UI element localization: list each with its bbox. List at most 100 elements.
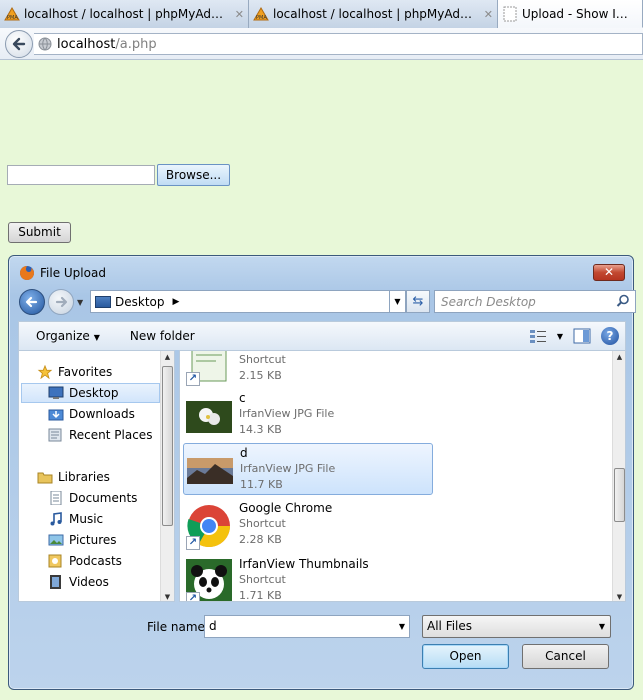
pictures-icon <box>48 534 64 546</box>
file-item[interactable]: c IrfanView JPG File 14.3 KB <box>183 389 433 441</box>
dialog-forward-button[interactable] <box>48 289 74 315</box>
search-input[interactable]: Search Desktop <box>434 290 636 313</box>
file-item-selected[interactable]: d IrfanView JPG File 11.7 KB <box>183 443 433 495</box>
shortcut-arrow-icon: ↗ <box>186 372 200 386</box>
back-arrow-icon <box>12 37 26 51</box>
file-name-input[interactable]: d ▼ <box>204 615 410 638</box>
file-name: c <box>239 391 246 405</box>
star-icon <box>37 365 53 379</box>
file-name-label: File name: <box>147 620 209 634</box>
scroll-up-icon[interactable]: ▲ <box>613 353 625 361</box>
desktop-icon <box>95 295 111 308</box>
navigation-pane-scrollbar[interactable]: ▲ ▼ <box>160 351 174 601</box>
nav-downloads[interactable]: Downloads <box>48 404 174 424</box>
file-item[interactable]: ↗ Shortcut 2.15 KB <box>183 351 433 387</box>
file-item[interactable]: ↗ Google Chrome Shortcut 2.28 KB <box>183 499 433 551</box>
podcasts-icon <box>48 554 62 568</box>
browse-button[interactable]: Browse... <box>157 164 230 186</box>
file-upload-dialog: File Upload ✕ ▼ Desktop ▶ ▼ ⇆ Search Des… <box>8 255 636 690</box>
search-icon[interactable] <box>616 294 630 308</box>
dialog-title-bar: File Upload <box>19 265 106 281</box>
dialog-back-button[interactable] <box>19 289 45 315</box>
file-size: 2.15 KB <box>239 369 282 382</box>
view-dropdown-icon[interactable]: ▼ <box>557 332 563 341</box>
search-placeholder: Search Desktop <box>441 294 536 309</box>
scroll-up-icon[interactable]: ▲ <box>161 353 174 361</box>
nav-item-label: Desktop <box>69 386 119 400</box>
file-type-select[interactable]: All Files ▼ <box>422 615 611 638</box>
chevron-down-icon: ▼ <box>93 333 100 342</box>
breadcrumb-desktop[interactable]: Desktop <box>115 295 165 309</box>
flower-image-icon <box>186 401 232 433</box>
nav-item-label: Music <box>69 512 104 526</box>
organize-label: Organize <box>36 329 90 343</box>
refresh-button[interactable]: ⇆ <box>406 290 430 313</box>
globe-icon <box>38 37 52 51</box>
tab-phpmyadmin-2[interactable]: PMA localhost / localhost | phpMyAdmin .… <box>249 0 498 28</box>
url-host: localhost <box>57 36 116 52</box>
recent-places-icon <box>48 428 62 442</box>
nav-music[interactable]: Music <box>48 509 174 529</box>
file-type-value: All Files <box>427 619 473 633</box>
file-name: Google Chrome <box>239 501 333 515</box>
scrollbar-thumb[interactable] <box>614 468 625 522</box>
breadcrumb[interactable]: Desktop ▶ <box>90 290 390 313</box>
libraries-icon <box>37 472 53 484</box>
nav-item-label: Podcasts <box>69 554 122 568</box>
file-type: IrfanView JPG File <box>240 462 336 475</box>
nav-recent-places[interactable]: Recent Places <box>48 425 174 445</box>
nav-podcasts[interactable]: Podcasts <box>48 551 174 571</box>
file-name: IrfanView Thumbnails <box>239 557 369 571</box>
dialog-toolbar: Organize ▼ New folder ▼ ? <box>18 321 626 350</box>
preview-pane-icon[interactable] <box>573 328 591 344</box>
nav-documents[interactable]: Documents <box>48 488 174 508</box>
recent-locations-dropdown-icon[interactable]: ▼ <box>77 298 83 307</box>
address-dropdown-icon[interactable]: ▼ <box>390 290 406 313</box>
downloads-folder-icon <box>48 409 64 421</box>
help-icon[interactable]: ? <box>601 327 619 345</box>
nav-pictures[interactable]: Pictures <box>48 530 174 550</box>
chevron-down-icon[interactable]: ▼ <box>399 616 405 637</box>
shortcut-arrow-icon: ↗ <box>186 536 200 550</box>
svg-text:PMA: PMA <box>7 15 18 21</box>
file-list-scrollbar[interactable]: ▲ ▼ <box>612 351 625 601</box>
nav-item-label: Recent Places <box>69 428 153 442</box>
submit-button[interactable]: Submit <box>8 222 71 243</box>
breadcrumb-chevron-icon[interactable]: ▶ <box>173 297 180 307</box>
nav-libraries[interactable]: Libraries <box>37 467 174 487</box>
tab-phpmyadmin-1[interactable]: PMA localhost / localhost | phpMyAdmin .… <box>0 0 249 28</box>
close-tab-icon[interactable]: ✕ <box>484 8 493 21</box>
change-view-icon[interactable] <box>529 328 547 344</box>
dialog-close-button[interactable]: ✕ <box>593 264 625 281</box>
tab-upload-show-image[interactable]: Upload - Show Image <box>498 0 643 28</box>
organize-button[interactable]: Organize ▼ <box>36 329 100 343</box>
blank-page-icon <box>503 6 517 21</box>
scroll-down-icon[interactable]: ▼ <box>613 593 625 601</box>
scrollbar-thumb[interactable] <box>162 366 173 526</box>
tab-title: localhost / localhost | phpMyAdmin ... <box>273 7 478 21</box>
file-item[interactable]: ↗ IrfanView Thumbnails Shortcut 1.71 KB <box>183 555 433 601</box>
browser-back-button[interactable] <box>5 30 33 58</box>
documents-icon <box>50 491 62 505</box>
tab-title: Upload - Show Image <box>522 6 638 21</box>
url-bar[interactable]: localhost/a.php <box>34 33 643 55</box>
chevron-down-icon: ▼ <box>598 622 605 631</box>
scroll-down-icon[interactable]: ▼ <box>161 593 174 601</box>
open-button[interactable]: Open <box>422 644 509 669</box>
file-size: 11.7 KB <box>240 478 283 491</box>
nav-favorites[interactable]: Favorites <box>37 362 174 382</box>
tab-strip: PMA localhost / localhost | phpMyAdmin .… <box>0 0 643 28</box>
file-type: IrfanView JPG File <box>239 407 335 420</box>
nav-desktop[interactable]: Desktop <box>21 383 160 403</box>
file-path-input[interactable] <box>7 165 155 185</box>
firefox-icon <box>20 266 34 280</box>
cancel-button[interactable]: Cancel <box>522 644 609 669</box>
forward-arrow-icon <box>55 296 68 308</box>
new-folder-button[interactable]: New folder <box>130 329 195 343</box>
nav-videos[interactable]: Videos <box>48 572 174 592</box>
dialog-address-row: ▼ Desktop ▶ ▼ ⇆ Search Desktop <box>19 289 636 315</box>
url-path: /a.php <box>115 36 157 52</box>
close-tab-icon[interactable]: ✕ <box>235 8 244 21</box>
nav-libraries-label: Libraries <box>58 470 110 484</box>
nav-item-label: Downloads <box>69 407 135 421</box>
